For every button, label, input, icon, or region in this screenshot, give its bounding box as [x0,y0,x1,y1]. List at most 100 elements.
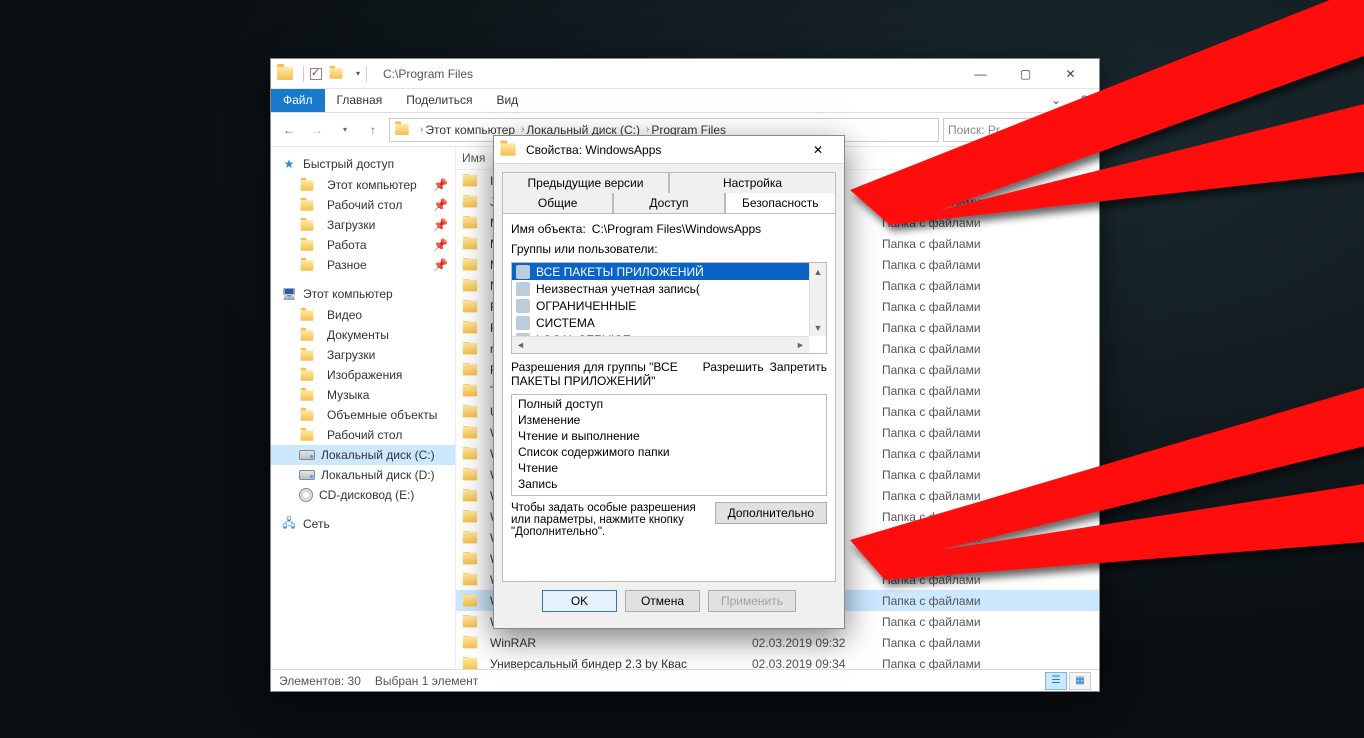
folder-icon [463,658,477,670]
permissions-label: Разрешения для группы "ВСЕ ПАКЕТЫ ПРИЛОЖ… [511,360,703,388]
permission-item: Изменение [518,413,820,429]
folder-icon [463,574,477,586]
users-listbox[interactable]: ВСЕ ПАКЕТЫ ПРИЛОЖЕНИЙНеизвестная учетная… [511,262,827,354]
tab-general[interactable]: Общие [502,193,613,213]
user-list-item[interactable]: Неизвестная учетная запись( [512,280,826,297]
folder-icon [463,553,477,565]
nav-this-pc[interactable]: 🖥 Этот компьютер [271,283,455,305]
status-bar: Элементов: 30 Выбран 1 элемент ☰ ▦ [271,669,1099,691]
user-list-item[interactable]: СИСТЕМА [512,314,826,331]
folder-icon [500,143,515,155]
pin-icon: 📌 [433,178,445,192]
qat-properties-icon[interactable] [310,68,322,80]
scroll-right-icon[interactable]: ► [792,337,809,353]
quick-access-toolbar: ▾ [303,66,367,82]
ribbon-tab-home[interactable]: Главная [325,89,395,112]
pin-icon: 📌 [433,218,445,232]
folder-icon [301,430,314,440]
folder-icon [301,220,314,230]
security-tab-page: Имя объекта: C:\Program Files\WindowsApp… [502,213,836,582]
groups-label: Группы или пользователи: [511,242,827,256]
icons-view-button[interactable]: ▦ [1069,672,1091,690]
folder-icon [463,238,477,250]
ribbon-tab-share[interactable]: Поделиться [394,89,484,112]
column-type[interactable] [882,151,1093,165]
scroll-left-icon[interactable]: ◄ [512,337,529,353]
nav-quick-item[interactable]: Загрузки📌 [271,215,455,235]
pin-icon: 📌 [433,258,445,272]
nav-pc-item[interactable]: Локальный диск (D:) [271,465,455,485]
up-button[interactable]: ↑ [361,118,385,142]
minimize-button[interactable]: ― [958,59,1003,89]
search-input[interactable]: Поиск: Pr... 🔍 [943,118,1093,142]
tab-previous-versions[interactable]: Предыдущие версии [502,172,669,193]
dialog-tabs: Предыдущие версии Настройка Общие Доступ… [502,172,836,213]
nav-pc-item[interactable]: Музыка [271,385,455,405]
cancel-button[interactable]: Отмена [625,590,700,612]
forward-button[interactable]: → [305,118,329,142]
nav-quick-access[interactable]: ★ Быстрый доступ [271,153,455,175]
nav-pc-item[interactable]: Рабочий стол [271,425,455,445]
folder-icon [277,67,293,80]
folder-icon [463,595,477,607]
permission-item: Чтение и выполнение [518,429,820,445]
user-list-item[interactable]: ВСЕ ПАКЕТЫ ПРИЛОЖЕНИЙ [512,263,826,280]
folder-icon [463,511,477,523]
details-view-button[interactable]: ☰ [1045,672,1067,690]
scroll-up-icon[interactable]: ▲ [810,263,826,280]
permission-item: Чтение [518,461,820,477]
recent-dropdown-icon[interactable]: ▾ [333,118,357,142]
nav-pc-item[interactable]: Объемные объекты [271,405,455,425]
folder-icon [463,364,477,376]
ribbon-help-icon[interactable]: ? [1069,89,1099,112]
nav-pc-item[interactable]: Локальный диск (C:) [271,445,455,465]
folder-icon [301,260,314,270]
nav-quick-item[interactable]: Разное📌 [271,255,455,275]
ribbon-tab-view[interactable]: Вид [484,89,530,112]
nav-quick-item[interactable]: Рабочий стол📌 [271,195,455,215]
nav-pc-item[interactable]: Видео [271,305,455,325]
maximize-button[interactable]: ▢ [1003,59,1048,89]
advanced-button[interactable]: Дополнительно [715,502,827,524]
nav-pc-item[interactable]: Загрузки [271,345,455,365]
folder-icon [463,427,477,439]
back-button[interactable]: ← [277,118,301,142]
permissions-listbox[interactable]: Полный доступИзменениеЧтение и выполнени… [511,394,827,496]
group-icon [516,265,530,279]
folder-icon [301,330,314,340]
scrollbar-vertical[interactable]: ▲ ▼ [809,263,826,336]
scroll-down-icon[interactable]: ▼ [810,319,826,336]
folder-icon [463,637,477,649]
ribbon-tab-file[interactable]: Файл [271,89,325,112]
folder-icon [463,217,477,229]
tab-customize[interactable]: Настройка [669,172,836,193]
navigation-pane: ★ Быстрый доступ Этот компьютер📌Рабочий … [271,147,456,669]
nav-quick-item[interactable]: Этот компьютер📌 [271,175,455,195]
pin-icon: 📌 [433,238,445,252]
folder-icon [301,240,314,250]
title-bar: ▾ C:\Program Files ― ▢ ✕ [271,59,1099,89]
qat-customize-icon[interactable]: ▾ [356,69,360,78]
nav-pc-item[interactable]: Документы [271,325,455,345]
nav-pc-item[interactable]: Изображения [271,365,455,385]
nav-network[interactable]: 🖧 Сеть [271,513,455,535]
nav-pc-item[interactable]: CD-дисковод (E:) [271,485,455,505]
tab-security[interactable]: Безопасность [725,193,836,213]
apply-button[interactable]: Применить [708,590,796,612]
dialog-title-bar: Свойства: WindowsApps ✕ [494,136,844,164]
ribbon-expand-icon[interactable]: ⌄ [1039,89,1069,112]
folder-icon [463,343,477,355]
folder-icon [463,448,477,460]
file-row[interactable]: WinRAR02.03.2019 09:32Папка с файлами [456,632,1099,653]
close-button[interactable]: ✕ [1048,59,1093,89]
dialog-close-button[interactable]: ✕ [798,136,838,164]
ok-button[interactable]: OK [542,590,617,612]
user-list-item[interactable]: ОГРАНИЧЕННЫЕ [512,297,826,314]
tab-sharing[interactable]: Доступ [613,193,724,213]
cd-icon [299,488,313,502]
folder-icon [463,322,477,334]
qat-newfolder-icon[interactable] [330,68,343,78]
nav-quick-item[interactable]: Работа📌 [271,235,455,255]
folder-icon [463,490,477,502]
scrollbar-horizontal[interactable]: ◄ ► [512,336,809,353]
